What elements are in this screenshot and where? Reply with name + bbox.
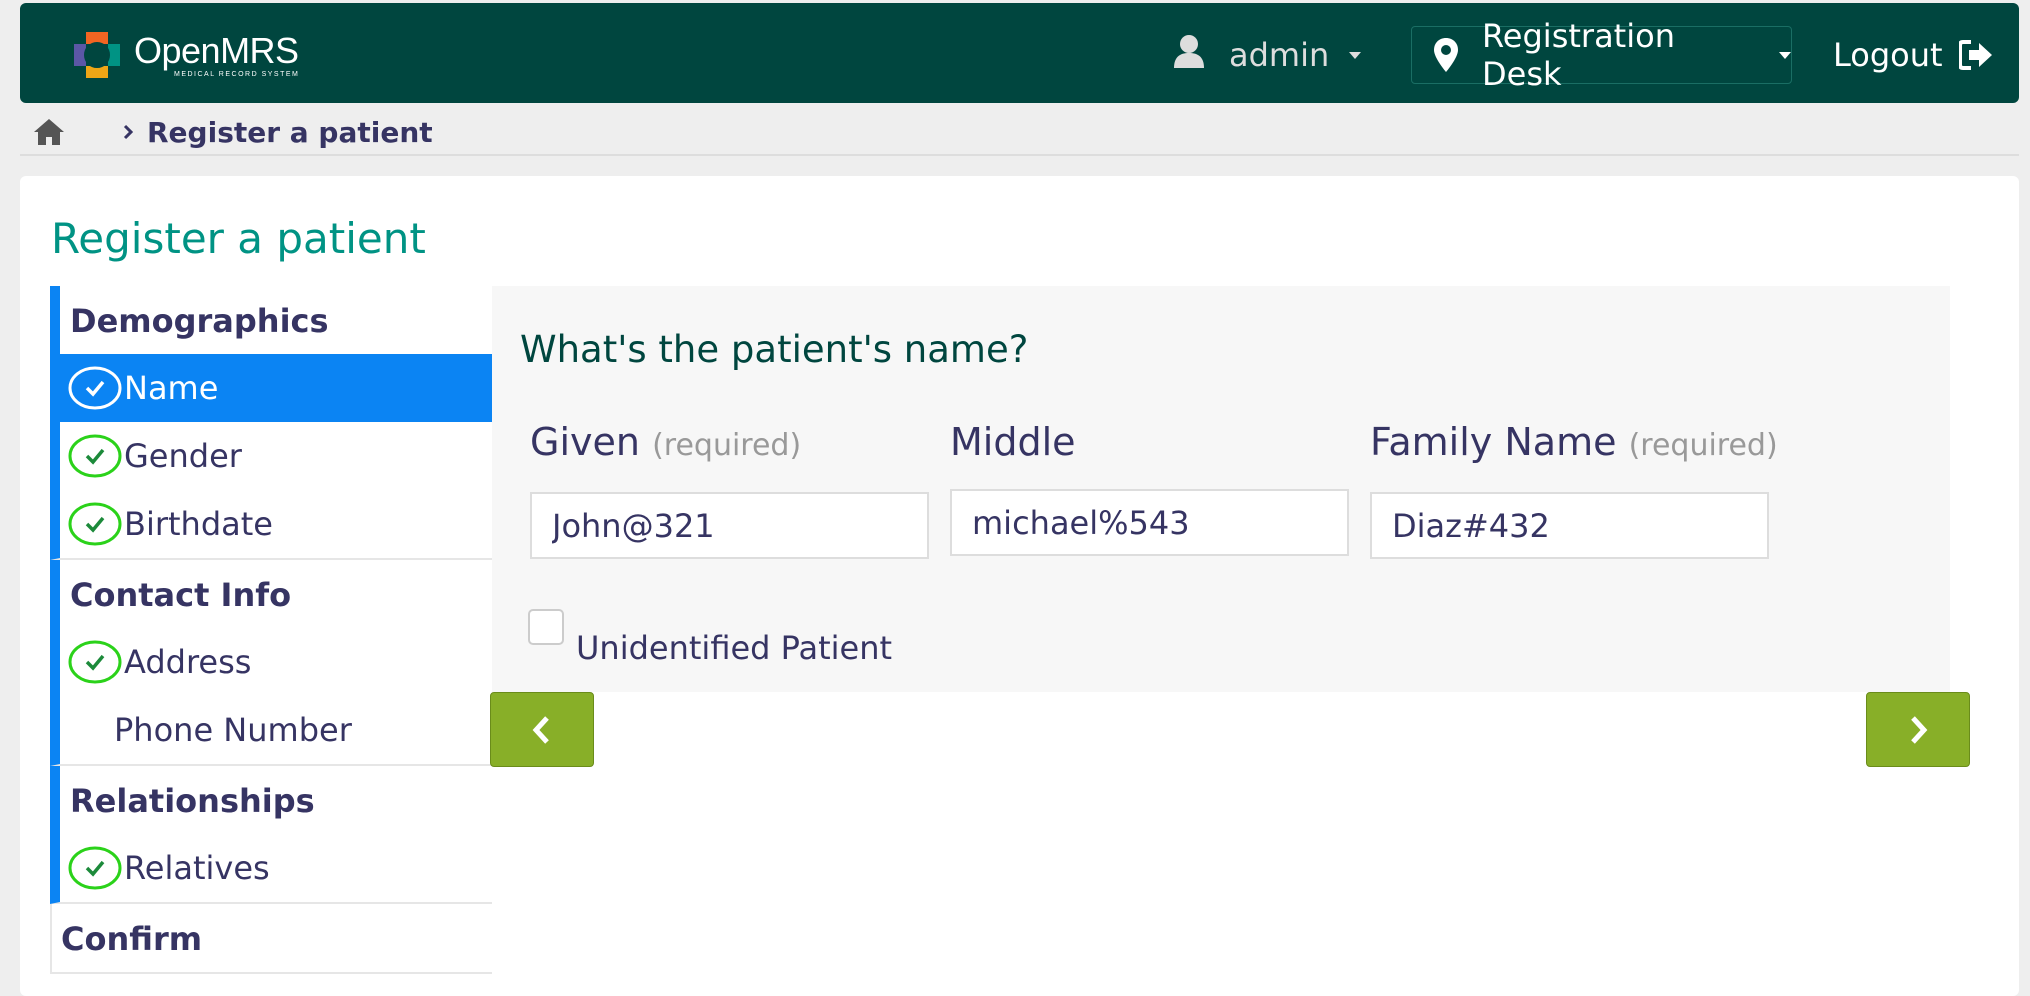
breadcrumb-current: Register a patient xyxy=(147,115,433,149)
breadcrumb: Register a patient xyxy=(33,112,433,152)
chevron-down-icon xyxy=(1779,51,1791,59)
section-title[interactable]: Demographics xyxy=(60,286,492,354)
user-icon xyxy=(1173,34,1205,76)
required-hint: (required) xyxy=(652,428,802,463)
sidebar-item-phone-number[interactable]: Phone Number xyxy=(60,696,492,764)
family-label-text: Family Name xyxy=(1370,420,1617,464)
chevron-left-icon xyxy=(532,715,552,745)
sidebar-item-label: Phone Number xyxy=(114,711,352,749)
sidebar-item-birthdate[interactable]: Birthdate xyxy=(60,490,492,558)
openmrs-logo-icon xyxy=(74,32,120,78)
main-card: Register a patient Demographics Name Gen… xyxy=(20,176,2019,996)
page-title: Register a patient xyxy=(51,214,426,263)
sidebar-item-gender[interactable]: Gender xyxy=(60,422,492,490)
sidebar-item-name[interactable]: Name xyxy=(60,354,492,422)
next-button[interactable] xyxy=(1866,692,1970,767)
middle-label-text: Middle xyxy=(950,420,1076,464)
user-label: admin xyxy=(1229,36,1330,74)
section-title[interactable]: Relationships xyxy=(60,766,492,834)
logout-link[interactable]: Logout xyxy=(1833,35,1993,75)
sidebar-item-address[interactable]: Address xyxy=(60,628,492,696)
sidebar-item-label: Relatives xyxy=(124,849,270,887)
section-confirm: Confirm xyxy=(50,904,492,974)
chevron-right-icon xyxy=(123,124,133,140)
check-circle-icon xyxy=(68,502,122,546)
sidebar-item-label: Birthdate xyxy=(124,505,273,543)
location-label: Registration Desk xyxy=(1482,17,1675,93)
check-circle-icon xyxy=(68,846,122,890)
sidebar-item-confirm[interactable]: Confirm xyxy=(52,904,492,972)
check-circle-icon xyxy=(68,366,122,410)
sign-out-icon xyxy=(1958,40,1993,70)
given-label: Given (required) xyxy=(530,420,801,464)
question-heading: What's the patient's name? xyxy=(520,328,1029,371)
sidebar-item-label: Name xyxy=(124,369,219,407)
divider xyxy=(20,154,2019,156)
user-menu[interactable]: admin xyxy=(1173,34,1362,76)
openmrs-logo[interactable]: OpenMRS MEDICAL RECORD SYSTEM xyxy=(70,25,299,85)
chevron-right-icon xyxy=(1908,715,1928,745)
check-circle-icon xyxy=(68,434,122,478)
middle-name-input[interactable] xyxy=(950,489,1349,556)
logo-subtitle: MEDICAL RECORD SYSTEM xyxy=(174,70,300,78)
registration-steps-sidebar: Demographics Name Gender Birthdate Conta… xyxy=(50,286,492,974)
location-menu[interactable]: Registration Desk xyxy=(1411,17,1792,93)
section-relationships: Relationships Relatives xyxy=(50,766,492,904)
section-demographics: Demographics Name Gender Birthdate xyxy=(50,286,492,560)
section-contact-info: Contact Info Address Phone Number xyxy=(50,560,492,766)
top-header: OpenMRS MEDICAL RECORD SYSTEM admin Regi… xyxy=(20,3,2019,103)
map-marker-icon xyxy=(1434,38,1458,72)
unidentified-patient-option[interactable]: Unidentified Patient xyxy=(528,609,892,667)
home-icon[interactable] xyxy=(33,118,65,146)
middle-label: Middle xyxy=(950,420,1076,464)
name-question-panel: What's the patient's name? Given (requir… xyxy=(492,286,1950,692)
sidebar-item-label: Address xyxy=(124,643,252,681)
sidebar-item-label: Gender xyxy=(124,437,242,475)
family-name-input[interactable] xyxy=(1370,492,1769,559)
given-label-text: Given xyxy=(530,420,640,464)
chevron-down-icon xyxy=(1349,51,1362,59)
family-name-label: Family Name (required) xyxy=(1370,420,1778,464)
logo-name: OpenMRS xyxy=(134,29,299,71)
unidentified-patient-checkbox[interactable] xyxy=(528,609,564,645)
prev-button[interactable] xyxy=(490,692,594,767)
given-name-input[interactable] xyxy=(530,492,929,559)
unidentified-patient-label: Unidentified Patient xyxy=(576,629,893,667)
required-hint: (required) xyxy=(1628,428,1778,463)
sidebar-item-relatives[interactable]: Relatives xyxy=(60,834,492,902)
section-title[interactable]: Contact Info xyxy=(60,560,492,628)
logout-label: Logout xyxy=(1833,36,1943,74)
check-circle-icon xyxy=(68,640,122,684)
